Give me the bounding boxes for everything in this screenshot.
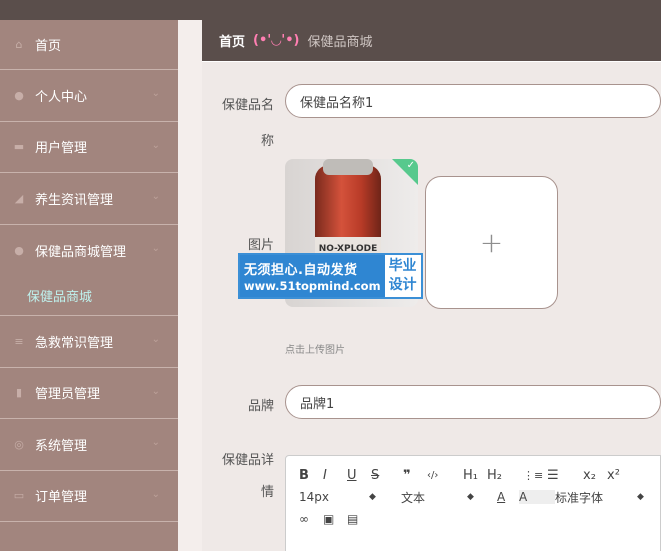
sidebar-item-label: 用户管理 bbox=[35, 141, 88, 157]
user-icon: ● bbox=[14, 88, 24, 102]
sidebar-item-label: 订单管理 bbox=[35, 490, 88, 506]
breadcrumb-home[interactable]: 首页 bbox=[219, 31, 245, 50]
sidebar-item-label: 系统管理 bbox=[35, 438, 88, 454]
sidebar-item-system[interactable]: ◎ 系统管理 ⌄ bbox=[0, 419, 178, 471]
news-icon: ◢ bbox=[14, 191, 24, 205]
watermark-line1: 无须担心.自动发货 bbox=[244, 263, 358, 278]
watermark-badge: 无须担心.自动发货 www.51topmind.com 毕业 设计 bbox=[238, 253, 423, 299]
sidebar-item-users[interactable]: ▬ 用户管理 ⌄ bbox=[0, 122, 178, 173]
list-icon: ≡ bbox=[14, 334, 24, 348]
sidebar: ⌂ 首页 ● 个人中心 ⌄ ▬ 用户管理 ⌄ ◢ 养生资讯管理 ⌄ ● 保健品商… bbox=[0, 20, 178, 551]
background-color-button[interactable]: A bbox=[519, 490, 555, 504]
sidebar-item-label: 养生资讯管理 bbox=[35, 192, 114, 208]
detail-label-line1: 保健品详 bbox=[221, 453, 274, 468]
brand-input[interactable]: 品牌1 bbox=[285, 385, 661, 419]
chevron-updown-icon: ◆ bbox=[637, 492, 644, 502]
chevron-down-icon: ⌄ bbox=[151, 488, 160, 500]
sidebar-item-first-aid[interactable]: ≡ 急救常识管理 ⌄ bbox=[0, 316, 178, 368]
breadcrumb-emoji: (•'◡'•) bbox=[253, 33, 300, 48]
sidebar-item-profile[interactable]: ● 个人中心 ⌄ bbox=[0, 70, 178, 122]
ordered-list-button[interactable]: ⋮≡ bbox=[523, 469, 547, 482]
strike-button[interactable]: S bbox=[371, 468, 403, 483]
sidebar-subitem-label: 保健品商城 bbox=[27, 290, 93, 305]
chevron-down-icon: ⌄ bbox=[151, 139, 160, 151]
form-panel: 保健品名 称 保健品名称1 图片 NO-XPLODE ✓ + 无须担心.自动发货… bbox=[202, 61, 661, 551]
rich-text-editor[interactable]: B I U S ❞ ‹/› H₁ H₂ ⋮≡ ☰ x₂ x² 14px ◆ 文本… bbox=[285, 455, 661, 551]
chevron-updown-icon: ◆ bbox=[467, 492, 474, 502]
link-icon[interactable]: ∞ bbox=[299, 512, 323, 526]
chevron-down-icon: ⌄ bbox=[151, 88, 160, 100]
superscript-button[interactable]: x² bbox=[607, 468, 627, 483]
detail-label-line2: 情 bbox=[260, 485, 274, 500]
plus-icon: + bbox=[479, 226, 504, 259]
breadcrumb: 首页 (•'◡'•) 保健品商城 bbox=[202, 20, 661, 61]
chevron-up-icon: ⌄ bbox=[151, 243, 160, 255]
person-icon: ● bbox=[14, 243, 24, 257]
breadcrumb-current: 保健品商城 bbox=[307, 35, 373, 50]
sidebar-gap bbox=[178, 20, 202, 551]
gear-icon: ◎ bbox=[14, 437, 24, 451]
sidebar-item-orders[interactable]: ▭ 订单管理 ⌄ bbox=[0, 471, 178, 522]
image-icon[interactable]: ▣ bbox=[323, 512, 347, 526]
sidebar-item-label: 急救常识管理 bbox=[35, 335, 114, 351]
sidebar-item-label: 管理员管理 bbox=[35, 387, 101, 403]
document-icon: ▭ bbox=[13, 489, 25, 503]
watermark-right1: 毕业 bbox=[388, 258, 417, 274]
sidebar-item-admins[interactable]: ▮ 管理员管理 ⌄ bbox=[0, 368, 178, 419]
upload-hint: 点击上传图片 bbox=[285, 345, 345, 356]
name-label-line2: 称 bbox=[260, 134, 274, 149]
name-label-line1: 保健品名 bbox=[221, 98, 274, 113]
chevron-down-icon: ⌄ bbox=[151, 437, 160, 449]
editor-toolbar-row3: ∞ ▣ ▤ bbox=[299, 508, 371, 530]
chevron-updown-icon: ◆ bbox=[369, 492, 376, 502]
editor-toolbar-row2: 14px ◆ 文本 ◆ A A 标准字体 ◆ bbox=[299, 486, 644, 508]
h2-button[interactable]: H₂ bbox=[487, 468, 523, 483]
sidebar-item-home[interactable]: ⌂ 首页 bbox=[0, 20, 178, 70]
subscript-button[interactable]: x₂ bbox=[583, 468, 607, 483]
brand-label: 品牌 bbox=[247, 399, 274, 414]
watermark-line2: www.51topmind.com bbox=[244, 279, 381, 293]
upload-image-button[interactable]: + bbox=[425, 176, 558, 309]
bold-button[interactable]: B bbox=[299, 468, 323, 483]
check-icon: ✓ bbox=[406, 160, 415, 171]
sidebar-item-mall-management[interactable]: ● 保健品商城管理 ⌄ bbox=[0, 225, 178, 277]
chevron-down-icon: ⌄ bbox=[151, 191, 160, 203]
video-icon[interactable]: ▤ bbox=[347, 512, 371, 526]
bottle-cap bbox=[323, 159, 373, 175]
underline-button[interactable]: U bbox=[347, 468, 371, 483]
sidebar-item-label: 首页 bbox=[35, 39, 62, 54]
sidebar-item-health-news[interactable]: ◢ 养生资讯管理 ⌄ bbox=[0, 173, 178, 225]
font-size-select[interactable]: 14px bbox=[299, 490, 369, 504]
h1-button[interactable]: H₁ bbox=[463, 468, 487, 483]
bullet-list-button[interactable]: ☰ bbox=[547, 468, 583, 483]
image-label: 图片 bbox=[247, 238, 274, 253]
monitor-icon: ▬ bbox=[13, 140, 25, 154]
top-bar bbox=[0, 0, 661, 20]
chevron-down-icon: ⌄ bbox=[151, 385, 160, 397]
font-type-select[interactable]: 文本 bbox=[401, 489, 467, 506]
font-family-select[interactable]: 标准字体 bbox=[555, 489, 637, 506]
home-icon: ⌂ bbox=[15, 38, 23, 51]
watermark-right2: 设计 bbox=[388, 277, 417, 293]
product-name-input[interactable]: 保健品名称1 bbox=[285, 84, 661, 118]
bar-chart-icon: ▮ bbox=[15, 386, 23, 400]
code-button[interactable]: ‹/› bbox=[427, 470, 463, 481]
sidebar-subitem-mall[interactable]: 保健品商城 bbox=[0, 276, 178, 316]
chevron-down-icon: ⌄ bbox=[151, 334, 160, 346]
quote-button[interactable]: ❞ bbox=[403, 468, 427, 483]
italic-button[interactable]: I bbox=[323, 468, 347, 483]
font-color-button[interactable]: A bbox=[497, 490, 519, 504]
sidebar-item-label: 个人中心 bbox=[35, 89, 88, 105]
editor-toolbar-row1: B I U S ❞ ‹/› H₁ H₂ ⋮≡ ☰ x₂ x² bbox=[299, 464, 627, 486]
sidebar-item-label: 保健品商城管理 bbox=[35, 244, 127, 260]
